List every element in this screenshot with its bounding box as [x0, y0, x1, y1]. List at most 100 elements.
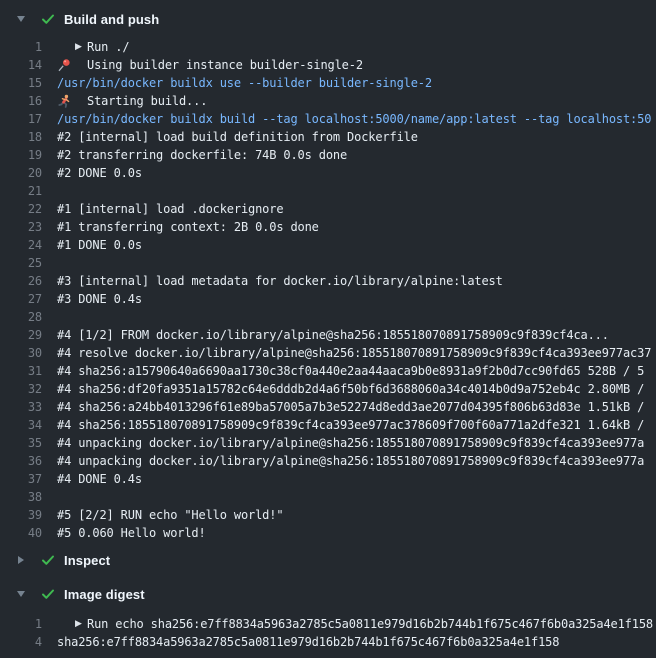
line-number[interactable]: 31: [0, 364, 42, 378]
line-number[interactable]: 20: [0, 166, 42, 180]
section-header-image-digest[interactable]: Image digest: [0, 578, 656, 610]
line-text: #4 unpacking docker.io/library/alpine@sh…: [57, 454, 644, 468]
log-section-inspect: Inspect: [0, 544, 656, 576]
section-title: Build and push: [64, 12, 159, 27]
line-number[interactable]: 14: [0, 58, 42, 72]
log-section-image-digest: Image digest1▶Run echo sha256:e7ff8834a5…: [0, 578, 656, 651]
pushpin-icon: [57, 58, 71, 72]
line-number[interactable]: 36: [0, 454, 42, 468]
log-line: 34 #4 sha256:185518070891758909c9f839cf4c…: [0, 416, 656, 434]
line-number[interactable]: 32: [0, 382, 42, 396]
line-text: #2 [internal] load build definition from…: [57, 130, 418, 144]
line-text-content: #4 unpacking docker.io/library/alpine@sh…: [57, 436, 644, 450]
log-section-build-and-push: Build and push1▶Run ./14Using builder in…: [0, 3, 656, 542]
line-number[interactable]: 22: [0, 202, 42, 216]
log-line: 32 #4 sha256:df20fa9351a15782c64e6dddb2d4…: [0, 380, 656, 398]
section-log-lines: 1▶Run echo sha256:e7ff8834a5963a2785c5a0…: [0, 615, 656, 651]
log-root: Build and push1▶Run ./14Using builder in…: [0, 0, 656, 651]
line-text-content: #5 [2/2] RUN echo "Hello world!": [57, 508, 283, 522]
line-text: #2 DONE 0.0s: [57, 166, 142, 180]
line-text-content: #1 DONE 0.0s: [57, 238, 142, 252]
line-number[interactable]: 23: [0, 220, 42, 234]
log-line: 31 #4 sha256:a15790640a6690aa1730c38cf0a4…: [0, 362, 656, 380]
line-text-content: #4 DONE 0.4s: [57, 472, 142, 486]
log-line: 22 #1 [internal] load .dockerignore: [0, 200, 656, 218]
line-number[interactable]: 15: [0, 76, 42, 90]
line-text-content: #5 0.060 Hello world!: [57, 526, 206, 540]
line-number[interactable]: 17: [0, 112, 42, 126]
line-number[interactable]: 28: [0, 310, 42, 324]
line-text-content: #4 unpacking docker.io/library/alpine@sh…: [57, 454, 644, 468]
line-text-content: #4 sha256:185518070891758909c9f839cf4ca3…: [57, 418, 644, 432]
line-number[interactable]: 1: [0, 40, 42, 54]
line-number[interactable]: 21: [0, 184, 42, 198]
line-text: #4 resolve docker.io/library/alpine@sha2…: [57, 346, 651, 360]
line-text: #4 [1/2] FROM docker.io/library/alpine@s…: [57, 328, 609, 342]
log-line: 30 #4 resolve docker.io/library/alpine@sh…: [0, 344, 656, 362]
line-text: sha256:e7ff8834a5963a2785c5a0811e979d16b…: [57, 635, 559, 649]
log-line: 37 #4 DONE 0.4s: [0, 470, 656, 488]
line-text: #3 DONE 0.4s: [57, 292, 142, 306]
line-number[interactable]: 33: [0, 400, 42, 414]
log-line: 19#2 transferring dockerfile: 74B 0.0s d…: [0, 146, 656, 164]
log-line: 4 sha256:e7ff8834a5963a2785c5a0811e979d16…: [0, 633, 656, 651]
line-number[interactable]: 34: [0, 418, 42, 432]
line-text-content: #1 [internal] load .dockerignore: [57, 202, 283, 216]
line-number[interactable]: 19: [0, 148, 42, 162]
line-text-content: sha256:e7ff8834a5963a2785c5a0811e979d16b…: [57, 635, 559, 649]
line-text: #4 sha256:185518070891758909c9f839cf4ca3…: [57, 418, 644, 432]
run-arrow-icon[interactable]: ▶: [75, 615, 87, 633]
log-line: 14Using builder instance builder-single-…: [0, 56, 656, 74]
section-log-lines: 1▶Run ./14Using builder instance builder…: [0, 38, 656, 542]
log-line: 1▶Run ./: [0, 38, 656, 56]
chevron-right-icon[interactable]: [14, 553, 28, 567]
line-number[interactable]: 38: [0, 490, 42, 504]
line-number[interactable]: 29: [0, 328, 42, 342]
log-line: 25: [0, 254, 656, 272]
section-title: Image digest: [64, 587, 145, 602]
line-text-content: #2 [internal] load build definition from…: [57, 130, 418, 144]
line-number[interactable]: 40: [0, 526, 42, 540]
log-line: 40 #5 0.060 Hello world!: [0, 524, 656, 542]
log-line: 17/usr/bin/docker buildx build --tag loc…: [0, 110, 656, 128]
log-line: 29 #4 [1/2] FROM docker.io/library/alpine…: [0, 326, 656, 344]
log-line: 15/usr/bin/docker buildx use --builder b…: [0, 74, 656, 92]
line-number[interactable]: 16: [0, 94, 42, 108]
log-line: 18 #2 [internal] load build definition fr…: [0, 128, 656, 146]
section-header-build-and-push[interactable]: Build and push: [0, 3, 656, 35]
chevron-down-icon[interactable]: [14, 12, 28, 26]
log-line: 24 #1 DONE 0.0s: [0, 236, 656, 254]
log-line: 21: [0, 182, 656, 200]
line-text: #4 DONE 0.4s: [57, 472, 142, 486]
line-number[interactable]: 30: [0, 346, 42, 360]
log-line: 36 #4 unpacking docker.io/library/alpine@…: [0, 452, 656, 470]
chevron-down-icon[interactable]: [14, 587, 28, 601]
section-header-inspect[interactable]: Inspect: [0, 544, 656, 576]
run-arrow-icon[interactable]: ▶: [75, 38, 87, 56]
line-text: #1 DONE 0.0s: [57, 238, 142, 252]
line-number[interactable]: 37: [0, 472, 42, 486]
line-number[interactable]: 1: [0, 617, 42, 631]
line-text-content: #4 sha256:a24bb4013296f61e89ba57005a7b3e…: [57, 400, 644, 414]
line-number[interactable]: 39: [0, 508, 42, 522]
log-line: 1▶Run echo sha256:e7ff8834a5963a2785c5a0…: [0, 615, 656, 633]
log-line: 38: [0, 488, 656, 506]
line-number[interactable]: 18: [0, 130, 42, 144]
line-text: #3 [internal] load metadata for docker.i…: [57, 274, 503, 288]
actions-log-viewer: { "colors": { "background": "#24292f", "…: [0, 0, 656, 658]
check-icon: [40, 11, 56, 27]
line-text: #4 sha256:a24bb4013296f61e89ba57005a7b3e…: [57, 400, 644, 414]
line-number[interactable]: 4: [0, 635, 42, 649]
line-number[interactable]: 26: [0, 274, 42, 288]
line-text-content: #3 DONE 0.4s: [57, 292, 142, 306]
line-number[interactable]: 35: [0, 436, 42, 450]
line-number[interactable]: 25: [0, 256, 42, 270]
line-text-content: #4 sha256:df20fa9351a15782c64e6dddb2d4a6…: [57, 382, 644, 396]
line-number[interactable]: 27: [0, 292, 42, 306]
line-number[interactable]: 24: [0, 238, 42, 252]
check-icon: [40, 586, 56, 602]
section-title: Inspect: [64, 553, 110, 568]
line-text: #4 sha256:a15790640a6690aa1730c38cf0a440…: [57, 364, 644, 378]
command-line-text: /usr/bin/docker buildx use --builder bui…: [57, 76, 432, 90]
command-line-text: /usr/bin/docker buildx build --tag local…: [57, 112, 651, 126]
